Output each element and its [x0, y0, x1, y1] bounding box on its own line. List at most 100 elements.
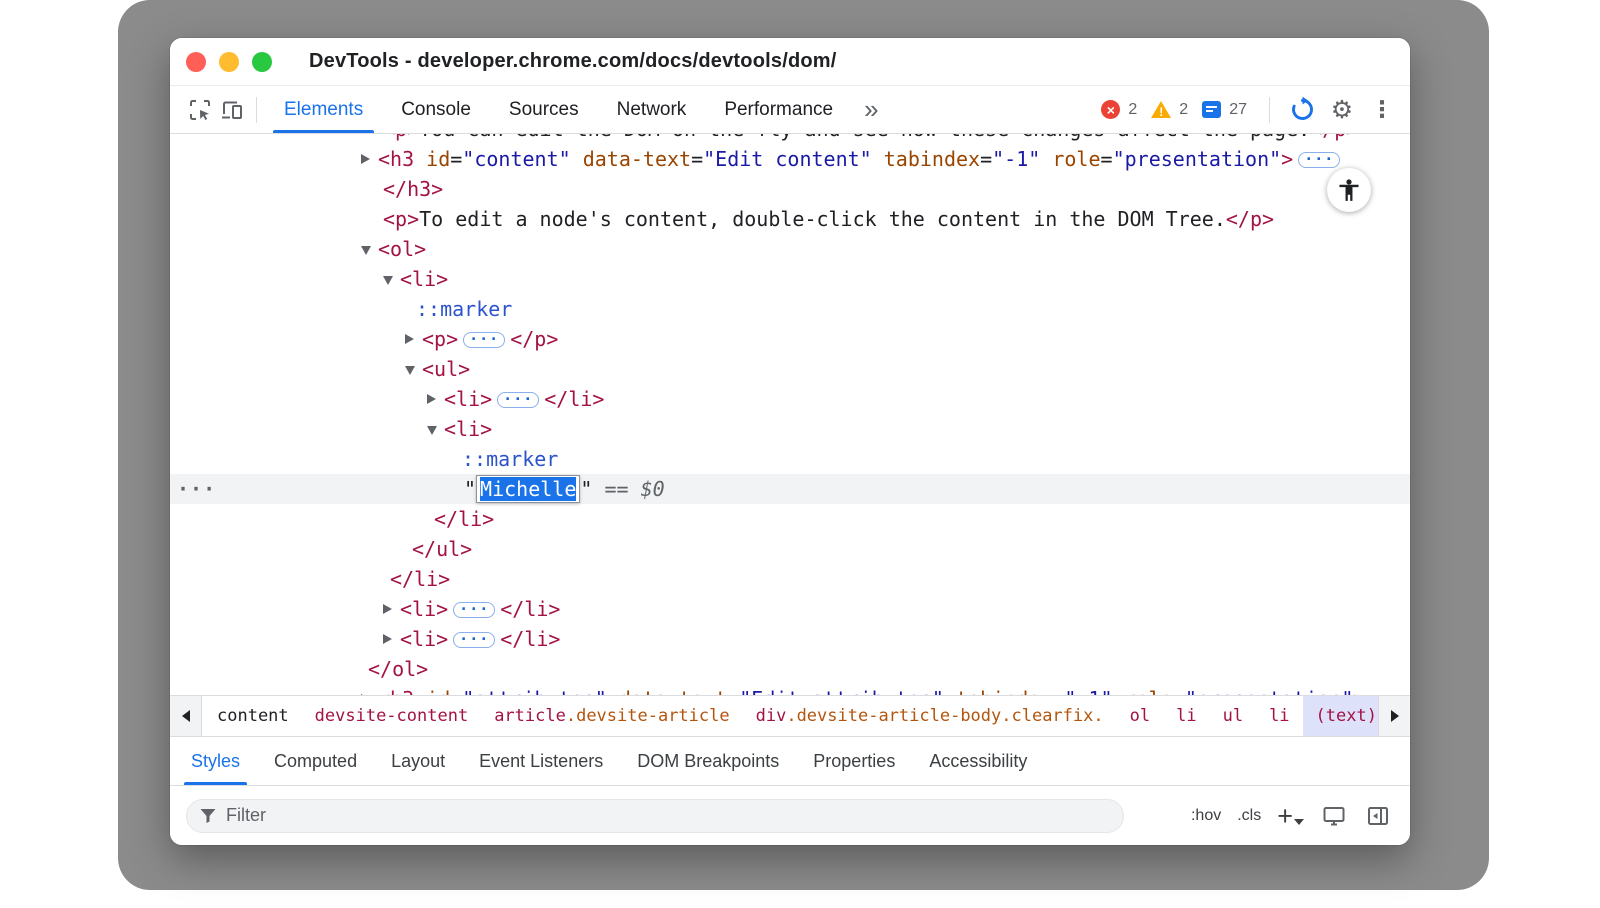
- tab-sources[interactable]: Sources: [490, 86, 598, 133]
- settings-gear-icon[interactable]: ⚙: [1326, 94, 1358, 126]
- issues-count[interactable]: 27: [1229, 101, 1247, 119]
- minimize-button[interactable]: [219, 52, 239, 72]
- breadcrumb-scroll-right-button[interactable]: [1378, 696, 1410, 736]
- token-tag: <li>: [444, 417, 492, 441]
- expand-ellipsis-button[interactable]: ···: [453, 632, 495, 648]
- dom-tree-line[interactable]: </li>: [170, 564, 1410, 594]
- inline-text-edit-box[interactable]: Michelle: [476, 475, 580, 503]
- token-eq: =: [1052, 687, 1064, 695]
- token-tag: <h3: [378, 687, 414, 695]
- token-tag: </p>: [510, 327, 558, 351]
- expand-ellipsis-button[interactable]: ···: [453, 602, 495, 618]
- dom-tree-line[interactable]: <li> ··· </li>: [170, 594, 1410, 624]
- sidebar-tab-styles[interactable]: Styles: [174, 737, 257, 785]
- collapse-arrow-icon[interactable]: [405, 366, 415, 375]
- accessibility-overlay-button[interactable]: [1327, 168, 1371, 212]
- expand-arrow-icon[interactable]: [427, 394, 436, 404]
- breadcrumb-scroll-left-button[interactable]: [170, 696, 202, 736]
- tab-performance[interactable]: Performance: [705, 86, 852, 133]
- warning-icon[interactable]: !: [1151, 101, 1171, 118]
- breadcrumb-item-li[interactable]: li: [1163, 696, 1209, 736]
- warning-count[interactable]: 2: [1179, 101, 1188, 119]
- error-count[interactable]: 2: [1128, 101, 1137, 119]
- rendering-emulation-icon[interactable]: [1320, 802, 1348, 830]
- token-text: You can edit the DOM on the fly and see …: [419, 134, 1310, 141]
- token-val: "Edit content": [703, 147, 872, 171]
- dom-tree-line[interactable]: <h3 id="content" data-text="Edit content…: [170, 144, 1410, 174]
- dom-tree-line[interactable]: <li>···</li>: [170, 384, 1410, 414]
- token-eq: =: [450, 687, 462, 695]
- dom-tree-line[interactable]: <ol>: [170, 234, 1410, 264]
- breadcrumb-item-content[interactable]: content: [204, 696, 302, 736]
- sidebar-tab-accessibility[interactable]: Accessibility: [912, 737, 1044, 785]
- expand-arrow-icon[interactable]: [361, 694, 370, 695]
- token-text: ": [580, 477, 592, 501]
- device-toolbar-icon[interactable]: [216, 94, 248, 126]
- sidebar-tab-computed[interactable]: Computed: [257, 737, 374, 785]
- page-background: DevTools - developer.chrome.com/docs/dev…: [0, 0, 1600, 908]
- token-tag: </li>: [500, 597, 560, 621]
- more-tabs-icon[interactable]: »: [864, 94, 878, 125]
- sidebar-tab-properties[interactable]: Properties: [796, 737, 912, 785]
- dom-tree-line[interactable]: <li>···</li>: [170, 624, 1410, 654]
- token-tag: <li>: [400, 597, 448, 621]
- dom-tree-line[interactable]: ···"Michelle" == $0: [170, 474, 1410, 504]
- sidebar-tab-dom-breakpoints[interactable]: DOM Breakpoints: [620, 737, 796, 785]
- selected-text: Michelle: [480, 477, 576, 501]
- breadcrumb-item-text[interactable]: (text): [1303, 696, 1378, 736]
- new-style-rule-button[interactable]: +: [1277, 805, 1304, 827]
- expand-arrow-icon[interactable]: [405, 334, 414, 344]
- sidebar-tab-layout[interactable]: Layout: [374, 737, 462, 785]
- maximize-button[interactable]: [252, 52, 272, 72]
- dom-tree-line[interactable]: <p>To edit a node's content, double-clic…: [170, 204, 1410, 234]
- inspect-element-icon[interactable]: [184, 94, 216, 126]
- dom-tree-line[interactable]: </li>: [170, 504, 1410, 534]
- dom-tree-line[interactable]: <p>You can edit the DOM on the fly and s…: [170, 134, 1410, 144]
- close-button[interactable]: [186, 52, 206, 72]
- dom-tree-line[interactable]: <li>: [170, 264, 1410, 294]
- dom-tree-line[interactable]: <li>: [170, 414, 1410, 444]
- collapse-arrow-icon[interactable]: [383, 276, 393, 285]
- dom-tree-line[interactable]: </ol>: [170, 654, 1410, 684]
- expand-arrow-icon[interactable]: [383, 604, 392, 614]
- expand-ellipsis-button[interactable]: ···: [1298, 152, 1340, 168]
- toggle-sidebar-icon[interactable]: [1364, 802, 1392, 830]
- expand-ellipsis-button[interactable]: ···: [463, 332, 505, 348]
- dom-tree-line[interactable]: ::marker: [170, 444, 1410, 474]
- sidebar-tab-event-listeners[interactable]: Event Listeners: [462, 737, 620, 785]
- breadcrumb-item-devsite-content[interactable]: devsite-content: [302, 696, 482, 736]
- expand-arrow-icon[interactable]: [361, 154, 370, 164]
- row-overflow-dots-icon: ···: [177, 474, 216, 504]
- expand-ellipsis-button[interactable]: ···: [497, 392, 539, 408]
- token-tag: </ul>: [412, 537, 472, 561]
- filter-placeholder: Filter: [226, 805, 266, 826]
- tab-console[interactable]: Console: [382, 86, 490, 133]
- error-icon[interactable]: ×: [1101, 100, 1120, 119]
- collapse-arrow-icon[interactable]: [427, 426, 437, 435]
- dom-tree-line[interactable]: </ul>: [170, 534, 1410, 564]
- filter-input[interactable]: Filter: [186, 799, 1124, 833]
- titlebar: DevTools - developer.chrome.com/docs/dev…: [170, 38, 1410, 86]
- breadcrumb-item-div-devsite-article-body-clearfix[interactable]: div.devsite-article-body.clearfix.: [743, 696, 1117, 736]
- token-attr: tabindex: [872, 147, 980, 171]
- token-eq: =: [1173, 687, 1185, 695]
- tab-elements[interactable]: Elements: [265, 86, 382, 133]
- dom-tree-panel: <p>You can edit the DOM on the fly and s…: [170, 134, 1410, 695]
- kebab-menu-icon[interactable]: ⋮: [1366, 94, 1398, 126]
- breadcrumb-item-ol[interactable]: ol: [1117, 696, 1163, 736]
- dom-tree-line[interactable]: ::marker: [170, 294, 1410, 324]
- expand-arrow-icon[interactable]: [383, 634, 392, 644]
- tab-network[interactable]: Network: [598, 86, 706, 133]
- dom-tree-line[interactable]: <p>···</p>: [170, 324, 1410, 354]
- issues-icon[interactable]: [1202, 101, 1221, 118]
- breadcrumb-item-ul[interactable]: ul: [1210, 696, 1256, 736]
- element-classes-button[interactable]: .cls: [1237, 807, 1261, 825]
- dom-tree-line[interactable]: <ul>: [170, 354, 1410, 384]
- dom-tree-line[interactable]: </h3>: [170, 174, 1410, 204]
- breadcrumb-item-li[interactable]: li: [1256, 696, 1302, 736]
- breadcrumb-item-article-devsite-article[interactable]: article.devsite-article: [481, 696, 742, 736]
- dom-tree-line[interactable]: <h3 id="attributes" data-text="Edit attr…: [170, 684, 1410, 695]
- sync-refresh-icon[interactable]: [1286, 94, 1318, 126]
- collapse-arrow-icon[interactable]: [361, 246, 371, 255]
- toggle-element-state-button[interactable]: :hov: [1191, 807, 1221, 825]
